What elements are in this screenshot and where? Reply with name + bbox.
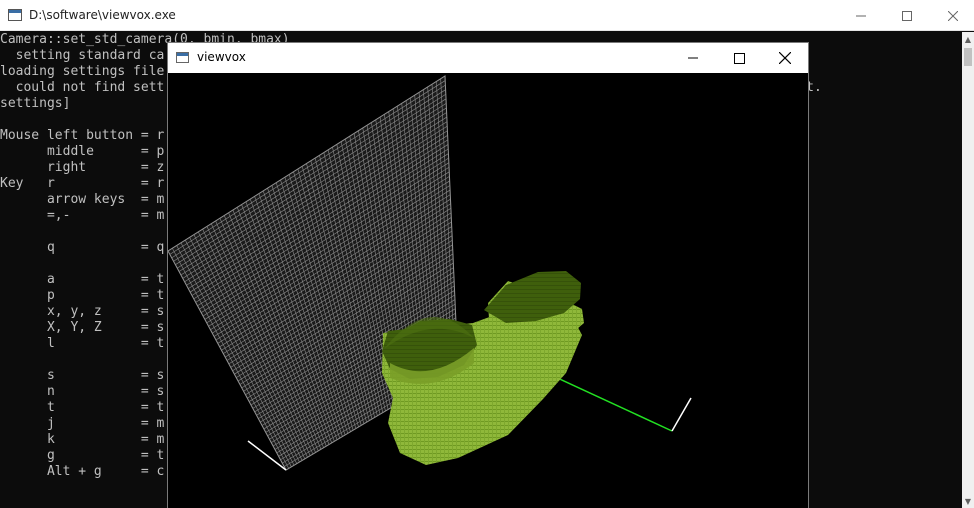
scroll-up-icon[interactable]: ▲ (962, 32, 974, 46)
viewvox-close-button[interactable] (762, 43, 808, 73)
viewvox-app-icon (176, 52, 189, 63)
viewvox-minimize-button[interactable] (670, 43, 716, 73)
console-title: D:\software\viewvox.exe (29, 8, 176, 22)
axis-white-right (671, 397, 692, 432)
maximize-icon (902, 10, 912, 21)
console-titlebar[interactable]: D:\software\viewvox.exe (0, 0, 974, 31)
maximize-icon (733, 52, 745, 64)
console-scrollbar[interactable]: ▲ ▼ (962, 32, 974, 508)
scrollbar-thumb[interactable] (964, 48, 972, 66)
viewvox-window: viewvox (168, 43, 808, 508)
viewvox-titlebar[interactable]: viewvox (168, 43, 808, 73)
console-minimize-button[interactable] (838, 0, 884, 31)
console-close-button[interactable] (930, 0, 974, 31)
viewvox-maximize-button[interactable] (716, 43, 762, 73)
close-icon (948, 10, 958, 21)
minimize-icon (688, 57, 698, 59)
close-icon (779, 52, 791, 64)
minimize-icon (856, 15, 866, 16)
scroll-down-icon[interactable]: ▼ (962, 494, 974, 508)
viewvox-title: viewvox (197, 50, 246, 64)
console-maximize-button[interactable] (884, 0, 930, 31)
console-app-icon (8, 9, 22, 21)
voxel-3d-viewport[interactable] (168, 73, 808, 508)
